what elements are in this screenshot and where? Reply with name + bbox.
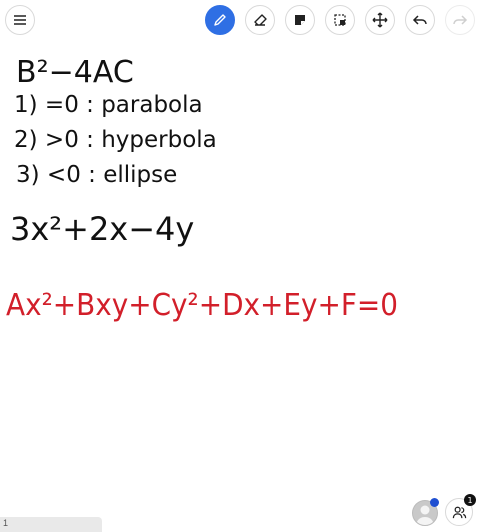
- ink-line-expression: 3x²+2x−4y: [10, 210, 194, 248]
- pen-button[interactable]: [205, 5, 235, 35]
- select-button[interactable]: [325, 5, 355, 35]
- ink-line-parabola: 1) =0 : parabola: [14, 92, 203, 118]
- participants-icon: [452, 506, 466, 518]
- page-indicator[interactable]: 1: [0, 517, 102, 532]
- ink-line-ellipse: 3) <0 : ellipse: [16, 162, 177, 188]
- eraser-button[interactable]: [245, 5, 275, 35]
- ink-line-hyperbola: 2) >0 : hyperbola: [14, 127, 217, 153]
- presence-dot: [430, 498, 439, 507]
- undo-icon: [412, 15, 427, 25]
- undo-button[interactable]: [405, 5, 435, 35]
- sticky-note-button[interactable]: [285, 5, 315, 35]
- redo-icon: [453, 15, 468, 25]
- select-icon: [334, 14, 346, 26]
- move-button[interactable]: [365, 5, 395, 35]
- move-icon: [372, 12, 388, 28]
- participant-count-badge: 1: [464, 494, 476, 506]
- ink-line-general-conic: Ax²+Bxy+Cy²+Dx+Ey+F=0: [6, 288, 398, 323]
- whiteboard-canvas[interactable]: B²−4AC 1) =0 : parabola 2) >0 : hyperbol…: [0, 40, 480, 510]
- menu-icon: [14, 15, 26, 25]
- ink-line-discriminant: B²−4AC: [16, 55, 134, 90]
- redo-button[interactable]: [445, 5, 475, 35]
- menu-button[interactable]: [5, 5, 35, 35]
- page-number: 1: [3, 518, 9, 528]
- pen-icon: [214, 14, 226, 26]
- sticky-note-icon: [295, 15, 305, 25]
- eraser-icon: [254, 14, 267, 26]
